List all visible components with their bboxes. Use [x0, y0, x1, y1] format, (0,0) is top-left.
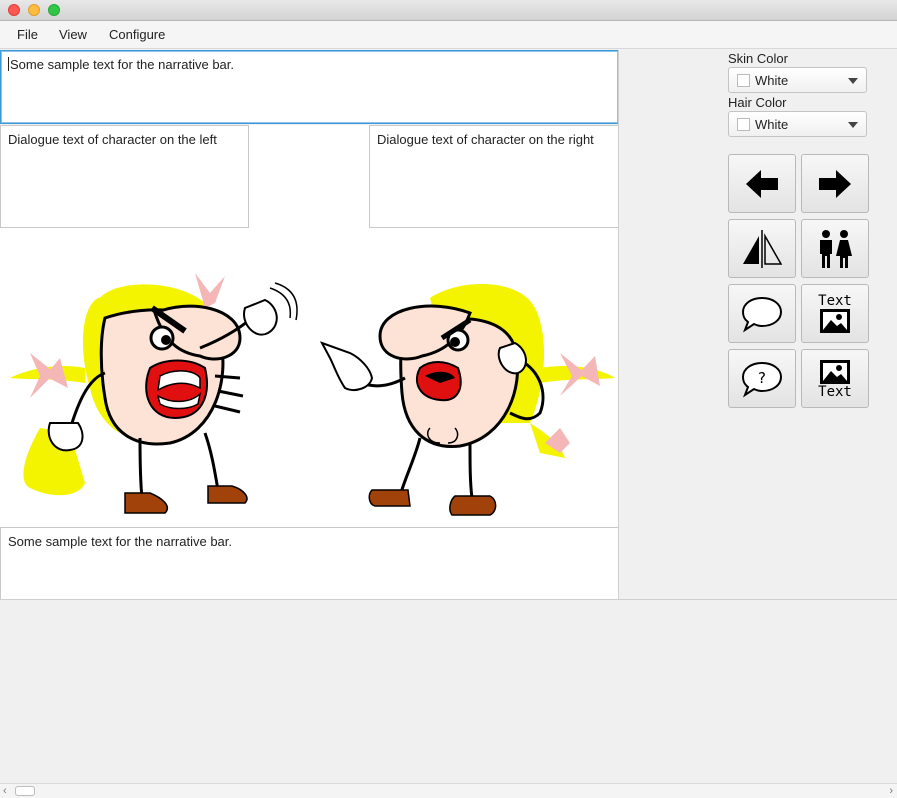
right-character — [319, 284, 615, 516]
hair-color-select[interactable]: White — [728, 111, 867, 137]
comic-characters-illustration — [10, 273, 615, 516]
narrative-bottom-textarea[interactable]: Some sample text for the narrative bar. — [0, 527, 619, 600]
change-character-button[interactable] — [801, 219, 869, 278]
text-above-image-content: Text — [818, 294, 852, 334]
menu-bar: File View Configure — [0, 21, 897, 49]
text-below-image-button[interactable]: Text — [801, 349, 869, 408]
hair-color-label: Hair Color — [728, 95, 787, 110]
zoom-window-button[interactable] — [48, 4, 60, 16]
dialogue-right-text: Dialogue text of character on the right — [377, 132, 594, 147]
skin-color-select[interactable]: White — [728, 67, 867, 93]
scroll-left-icon[interactable]: ‹ — [3, 785, 7, 797]
close-window-button[interactable] — [8, 4, 20, 16]
left-character — [10, 273, 298, 514]
text-bottom-label: Text — [818, 383, 852, 400]
speech-bubble-icon — [741, 296, 783, 333]
horizontal-scrollbar[interactable]: ‹ › — [0, 783, 897, 798]
flip-horizontal-icon — [743, 229, 783, 268]
next-button[interactable] — [801, 154, 869, 213]
text-top-label: Text — [818, 292, 852, 309]
text-caret — [8, 57, 9, 71]
previous-button[interactable] — [728, 154, 796, 213]
scroll-right-icon[interactable]: › — [889, 785, 893, 797]
speech-bubble-button[interactable] — [728, 284, 796, 343]
hair-color-swatch — [737, 118, 750, 131]
panel-gap — [249, 125, 369, 228]
title-bar — [0, 0, 897, 21]
comic-panel — [0, 228, 619, 527]
narrative-top-text: Some sample text for the narrative bar. — [10, 57, 234, 72]
flip-button[interactable] — [728, 219, 796, 278]
menu-configure[interactable]: Configure — [109, 27, 165, 42]
text-above-image-button[interactable]: Text — [801, 284, 869, 343]
skin-color-label: Skin Color — [728, 51, 788, 66]
text-below-image-content: Text — [818, 359, 852, 399]
man-woman-icon — [820, 229, 852, 268]
dialogue-left-textarea[interactable]: Dialogue text of character on the left — [0, 125, 249, 228]
skin-color-swatch — [737, 74, 750, 87]
minimize-window-button[interactable] — [28, 4, 40, 16]
question-bubble-icon: ? — [741, 361, 783, 398]
thought-bubble-button[interactable]: ? — [728, 349, 796, 408]
narrative-bottom-text: Some sample text for the narrative bar. — [8, 534, 232, 549]
arrow-left-icon — [746, 169, 778, 198]
content-divider — [0, 599, 897, 600]
chevron-down-icon — [848, 122, 858, 128]
chevron-down-icon — [848, 78, 858, 84]
menu-file[interactable]: File — [17, 27, 38, 42]
skin-color-value: White — [755, 73, 789, 88]
narrative-top-textarea[interactable]: Some sample text for the narrative bar. — [0, 50, 619, 124]
menu-view[interactable]: View — [59, 27, 87, 42]
hair-color-value: White — [755, 117, 789, 132]
dialogue-left-text: Dialogue text of character on the left — [8, 132, 217, 147]
image-icon — [820, 359, 850, 384]
dialogue-right-textarea[interactable]: Dialogue text of character on the right — [369, 125, 619, 228]
arrow-right-icon — [819, 169, 851, 198]
svg-text:?: ? — [758, 369, 766, 387]
image-icon — [820, 308, 850, 333]
panel-divider — [618, 50, 619, 600]
scrollbar-thumb[interactable] — [15, 786, 35, 796]
